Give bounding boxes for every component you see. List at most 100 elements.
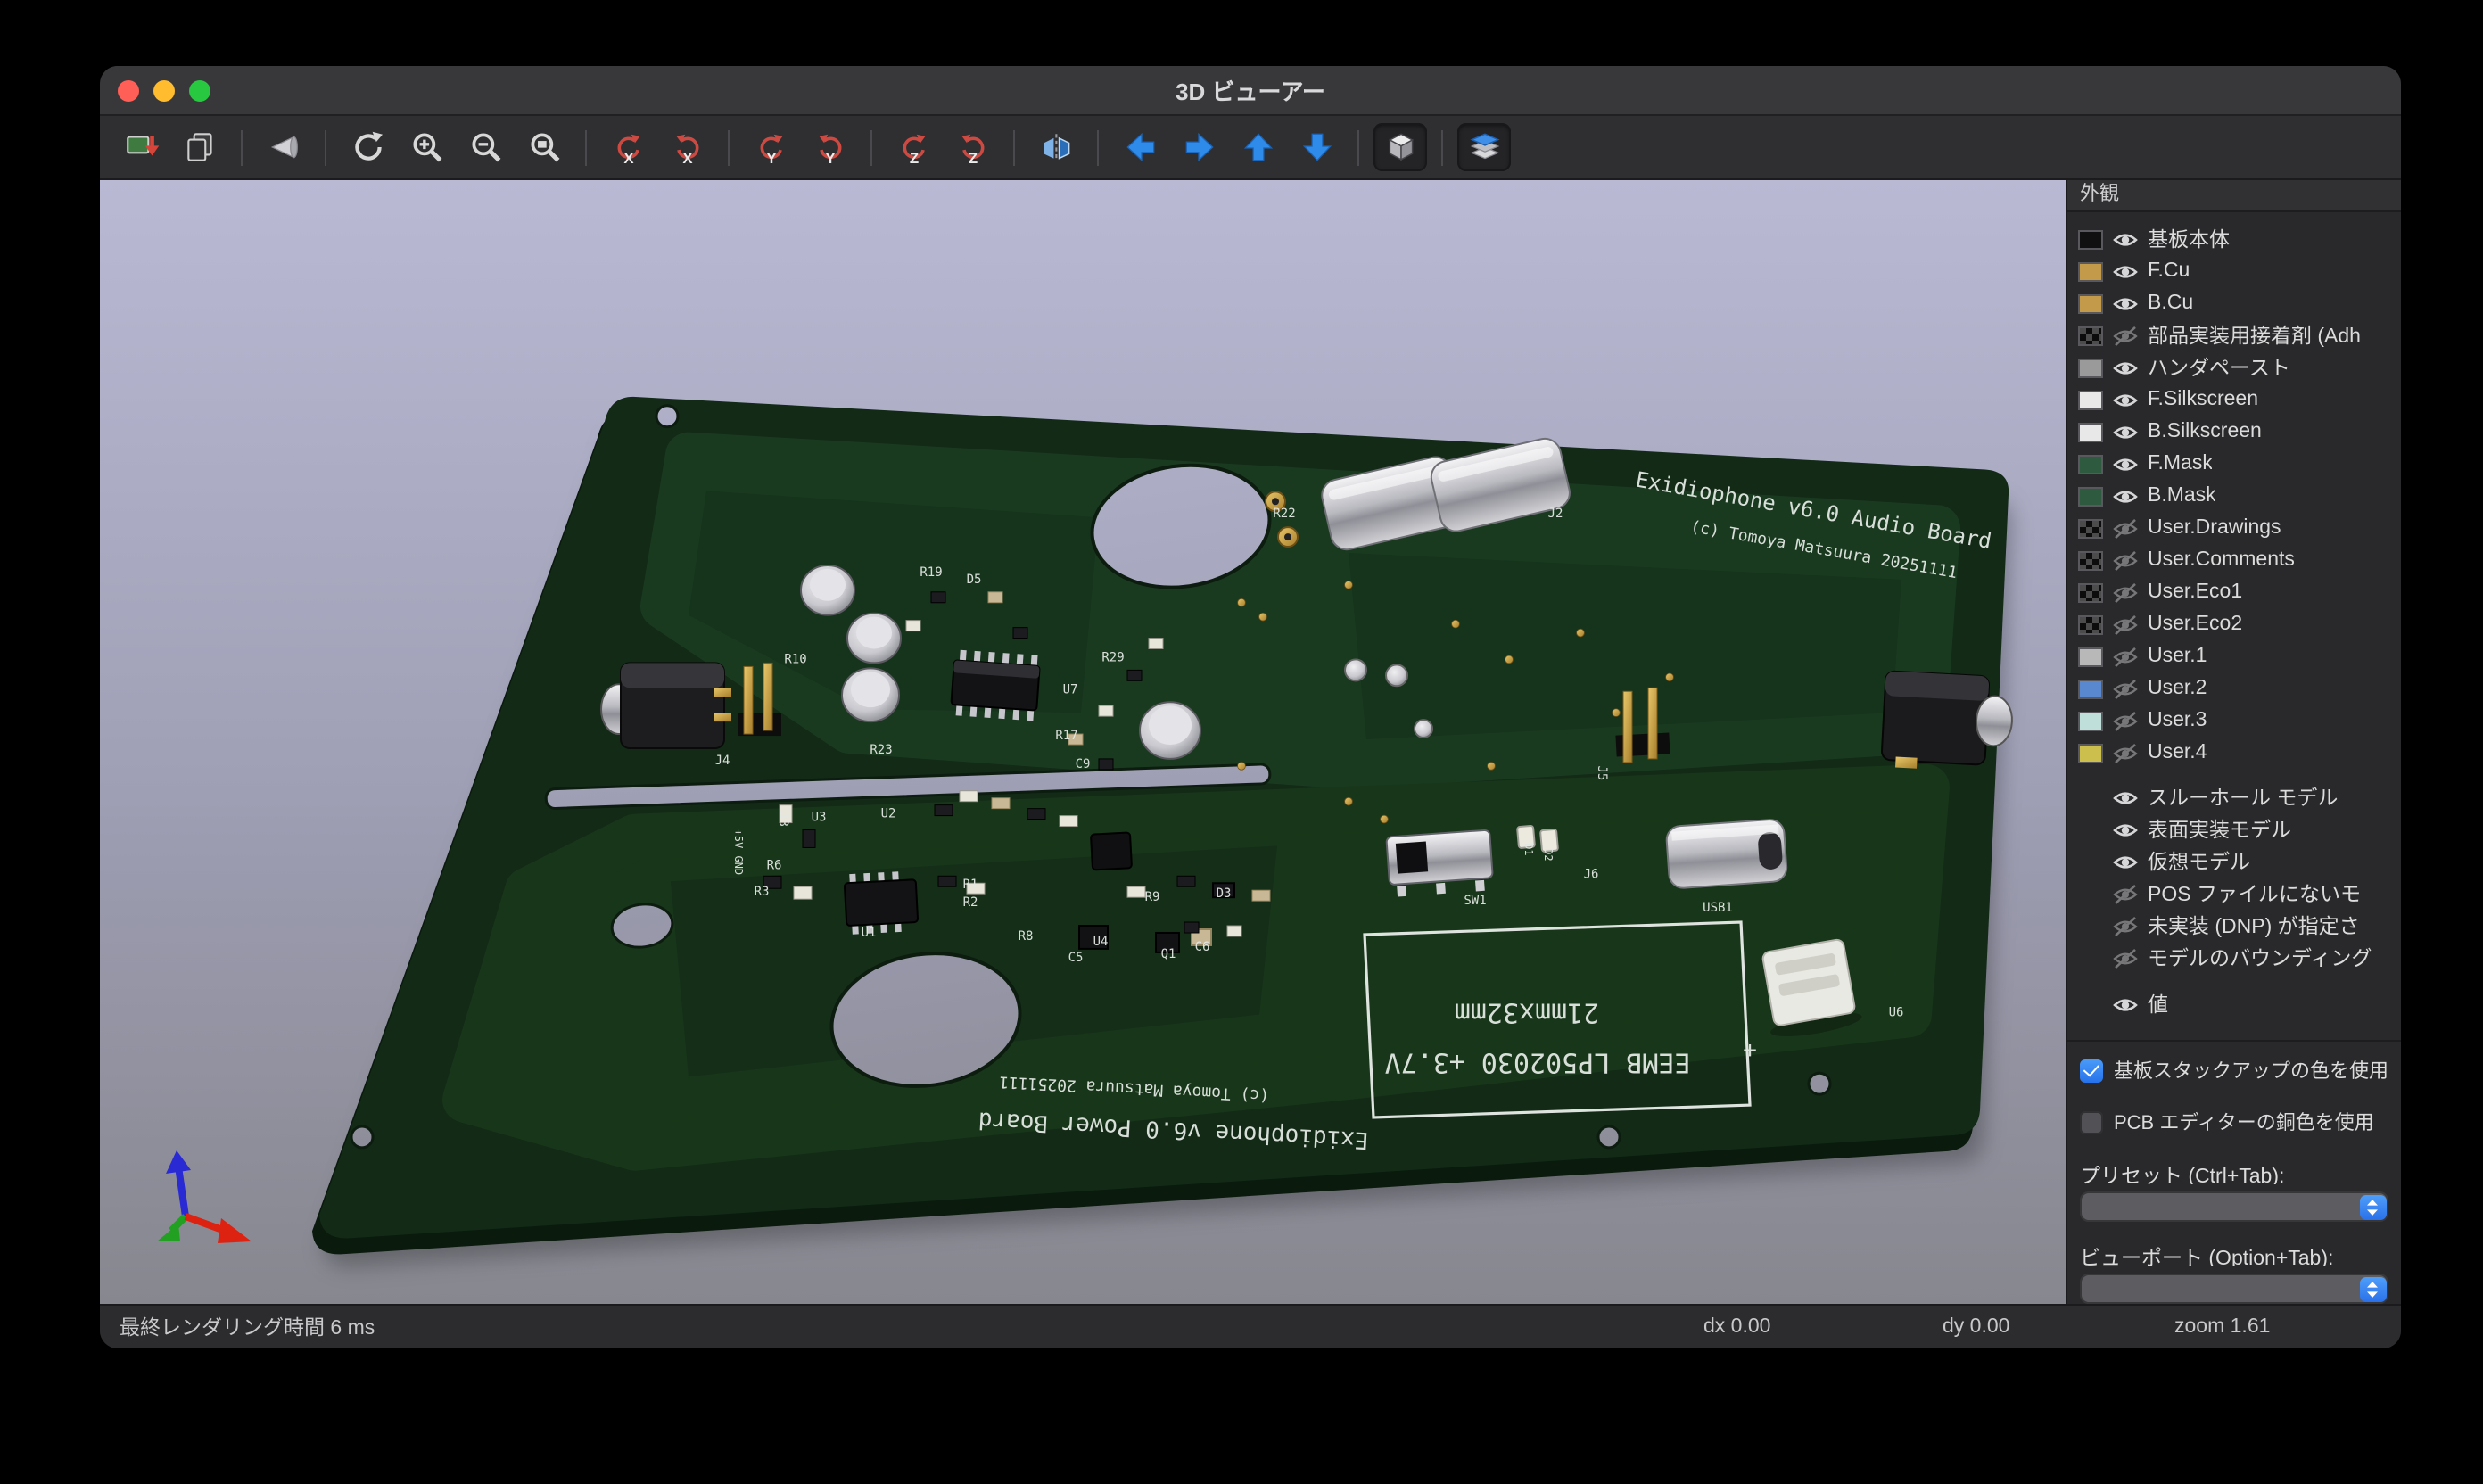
pan-right-button[interactable] — [1172, 123, 1225, 171]
layer-color-swatch[interactable] — [2078, 486, 2103, 506]
pan-left-icon — [1121, 128, 1159, 166]
model-visibility-eye-icon[interactable] — [2112, 884, 2139, 903]
raytracing-render-button[interactable] — [257, 123, 310, 171]
stepper-icon[interactable] — [2359, 1194, 2386, 1219]
layer-color-swatch[interactable] — [2078, 518, 2103, 538]
layer-color-swatch[interactable] — [2078, 390, 2103, 409]
layer-color-swatch[interactable] — [2078, 229, 2103, 249]
layer-row[interactable]: F.Cu — [2078, 255, 2401, 287]
layer-row[interactable]: User.3 — [2078, 705, 2401, 737]
model-option-row[interactable]: 仮想モデル — [2078, 845, 2401, 878]
layer-visibility-eye-icon[interactable] — [2112, 743, 2139, 763]
layer-row[interactable]: User.Eco2 — [2078, 608, 2401, 640]
layer-row[interactable]: 基板本体 — [2078, 223, 2401, 255]
reload-board-button[interactable] — [114, 123, 168, 171]
layer-row[interactable]: User.1 — [2078, 640, 2401, 672]
layer-row[interactable]: ハンダペースト — [2078, 351, 2401, 383]
rotate-x-ccw-button[interactable]: X — [660, 123, 714, 171]
model-option-row[interactable]: 表面実装モデル — [2078, 813, 2401, 845]
layer-visibility-eye-icon[interactable] — [2112, 229, 2139, 249]
flip-board-button[interactable] — [1029, 123, 1083, 171]
layer-row[interactable]: F.Silkscreen — [2078, 383, 2401, 416]
zoom-out-button[interactable] — [458, 123, 512, 171]
checkbox-row[interactable]: PCB エディターの銅色を使用 — [2080, 1108, 2388, 1136]
layer-visibility-eye-icon[interactable] — [2112, 293, 2139, 313]
rotate-z-cw-button[interactable]: Z — [887, 123, 940, 171]
layer-visibility-eye-icon[interactable] — [2112, 261, 2139, 281]
layer-row[interactable]: B.Cu — [2078, 287, 2401, 319]
layer-visibility-eye-icon[interactable] — [2112, 358, 2139, 377]
pan-up-icon — [1239, 128, 1276, 166]
checkbox[interactable] — [2080, 1059, 2103, 1082]
layer-row[interactable]: User.Drawings — [2078, 512, 2401, 544]
misc-visibility-eye-icon[interactable] — [2112, 994, 2139, 1014]
close-button[interactable] — [118, 79, 139, 101]
layer-visibility-eye-icon[interactable] — [2112, 679, 2139, 698]
model-option-row[interactable]: POS ファイルにないモ — [2078, 878, 2401, 910]
layer-row[interactable]: B.Silkscreen — [2078, 416, 2401, 448]
model-visibility-eye-icon[interactable] — [2112, 948, 2139, 968]
orthographic-projection-button[interactable] — [1373, 123, 1427, 171]
model-option-row[interactable]: 未実装 (DNP) が指定さ — [2078, 910, 2401, 942]
layer-color-swatch[interactable] — [2078, 326, 2103, 345]
layer-row[interactable]: 部品実装用接着剤 (Adh — [2078, 319, 2401, 351]
layer-color-swatch[interactable] — [2078, 422, 2103, 441]
pan-up-button[interactable] — [1231, 123, 1284, 171]
layer-visibility-eye-icon[interactable] — [2112, 486, 2139, 506]
model-visibility-eye-icon[interactable] — [2112, 916, 2139, 936]
layer-row[interactable]: User.2 — [2078, 672, 2401, 705]
layer-color-swatch[interactable] — [2078, 582, 2103, 602]
rotate-y-ccw-button[interactable]: Y — [803, 123, 856, 171]
model-option-row[interactable]: スルーホール モデル — [2078, 781, 2401, 813]
layer-visibility-eye-icon[interactable] — [2112, 614, 2139, 634]
layer-color-swatch[interactable] — [2078, 358, 2103, 377]
layer-color-swatch[interactable] — [2078, 679, 2103, 698]
layer-visibility-eye-icon[interactable] — [2112, 422, 2139, 441]
layer-color-swatch[interactable] — [2078, 454, 2103, 474]
model-visibility-eye-icon[interactable] — [2112, 820, 2139, 839]
fullscreen-button[interactable] — [189, 79, 210, 101]
zoom-in-button[interactable] — [400, 123, 453, 171]
model-option-row[interactable]: モデルのバウンディング — [2078, 942, 2401, 974]
rotate-z-ccw-button[interactable]: Z — [945, 123, 999, 171]
layer-color-swatch[interactable] — [2078, 261, 2103, 281]
layer-visibility-eye-icon[interactable] — [2112, 454, 2139, 474]
layer-color-swatch[interactable] — [2078, 550, 2103, 570]
layer-row[interactable]: User.Eco1 — [2078, 576, 2401, 608]
checkbox[interactable] — [2080, 1110, 2103, 1134]
layer-color-swatch[interactable] — [2078, 293, 2103, 313]
viewport-dropdown[interactable] — [2080, 1274, 2388, 1304]
copy-image-button[interactable] — [173, 123, 227, 171]
minimize-button[interactable] — [153, 79, 175, 101]
layer-row[interactable]: F.Mask — [2078, 448, 2401, 480]
model-visibility-eye-icon[interactable] — [2112, 852, 2139, 871]
zoom-fit-button[interactable] — [517, 123, 571, 171]
layer-visibility-eye-icon[interactable] — [2112, 647, 2139, 666]
pan-left-button[interactable] — [1113, 123, 1167, 171]
layer-visibility-eye-icon[interactable] — [2112, 518, 2139, 538]
layer-visibility-eye-icon[interactable] — [2112, 390, 2139, 409]
layer-color-swatch[interactable] — [2078, 743, 2103, 763]
model-visibility-eye-icon[interactable] — [2112, 787, 2139, 807]
layer-color-swatch[interactable] — [2078, 614, 2103, 634]
rotate-y-cw-button[interactable]: Y — [744, 123, 797, 171]
redraw-button[interactable] — [341, 123, 394, 171]
layer-row[interactable]: User.Comments — [2078, 544, 2401, 576]
rotate-x-cw-button[interactable]: X — [601, 123, 655, 171]
checkbox-row[interactable]: 基板スタックアップの色を使用 — [2080, 1056, 2388, 1084]
layer-color-swatch[interactable] — [2078, 647, 2103, 666]
layer-visibility-eye-icon[interactable] — [2112, 326, 2139, 345]
layer-visibility-eye-icon[interactable] — [2112, 711, 2139, 730]
layer-row[interactable]: User.4 — [2078, 737, 2401, 769]
layer-color-swatch[interactable] — [2078, 711, 2103, 730]
3d-viewport[interactable]: Exidiophone v6.0 Audio Board(c) Tomoya M… — [100, 180, 2067, 1304]
preset-dropdown[interactable] — [2080, 1191, 2388, 1222]
pan-down-button[interactable] — [1290, 123, 1343, 171]
stepper-icon[interactable] — [2359, 1276, 2386, 1301]
titlebar[interactable]: 3D ビューアー — [100, 66, 2401, 116]
layer-visibility-eye-icon[interactable] — [2112, 550, 2139, 570]
misc-option-row[interactable]: 値 — [2078, 988, 2401, 1020]
layer-visibility-eye-icon[interactable] — [2112, 582, 2139, 602]
appearance-panel-button[interactable] — [1457, 123, 1511, 171]
layer-row[interactable]: B.Mask — [2078, 480, 2401, 512]
